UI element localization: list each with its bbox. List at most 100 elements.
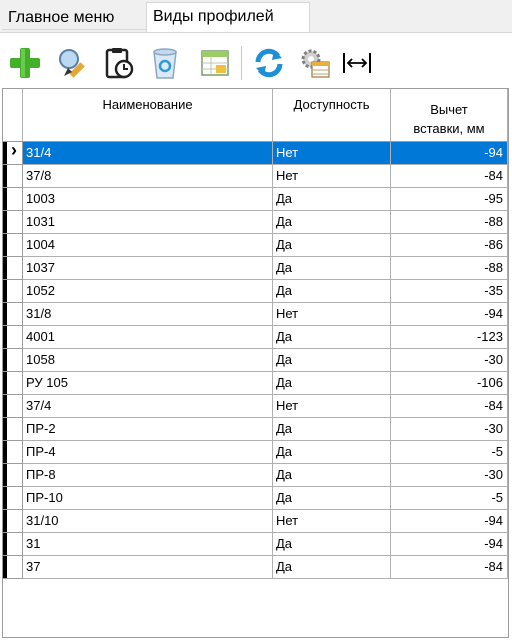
cell-name[interactable]: 31/10	[23, 510, 273, 533]
cell-name[interactable]: ПР-2	[23, 418, 273, 441]
row-indicator[interactable]	[3, 441, 23, 464]
cell-availability[interactable]: Да	[273, 188, 391, 211]
cell-name[interactable]: 31/8	[23, 303, 273, 326]
fit-width-button[interactable]	[338, 44, 376, 82]
cell-name[interactable]: 37/4	[23, 395, 273, 418]
cell-availability[interactable]: Нет	[273, 395, 391, 418]
table-row[interactable]: 1037 Да -88	[3, 257, 508, 280]
cell-name[interactable]: 31/4	[23, 142, 273, 165]
cell-deduction[interactable]: -5	[391, 487, 508, 510]
table-row[interactable]: РУ 105 Да -106	[3, 372, 508, 395]
cell-deduction[interactable]: -30	[391, 464, 508, 487]
table-row[interactable]: 1031 Да -88	[3, 211, 508, 234]
table-row[interactable]: ПР-10 Да -5	[3, 487, 508, 510]
row-indicator[interactable]	[3, 556, 23, 579]
cell-deduction[interactable]: -84	[391, 556, 508, 579]
cell-deduction[interactable]: -30	[391, 418, 508, 441]
cell-name[interactable]: 1031	[23, 211, 273, 234]
cell-name[interactable]: ПР-10	[23, 487, 273, 510]
table-row[interactable]: 1004 Да -86	[3, 234, 508, 257]
cell-deduction[interactable]: -94	[391, 142, 508, 165]
row-indicator[interactable]	[3, 487, 23, 510]
row-indicator[interactable]	[3, 326, 23, 349]
cell-deduction[interactable]: -30	[391, 349, 508, 372]
row-indicator[interactable]	[3, 140, 23, 165]
cell-availability[interactable]: Да	[273, 349, 391, 372]
row-indicator[interactable]	[3, 165, 23, 188]
edit-button[interactable]	[54, 44, 92, 82]
table-row[interactable]: ПР-8 Да -30	[3, 464, 508, 487]
cell-name[interactable]: 37	[23, 556, 273, 579]
table-row[interactable]: 1052 Да -35	[3, 280, 508, 303]
table-row[interactable]: 37/4 Нет -84	[3, 395, 508, 418]
spreadsheet-button[interactable]	[196, 44, 234, 82]
row-indicator[interactable]	[3, 280, 23, 303]
cell-name[interactable]: 1058	[23, 349, 273, 372]
cell-name[interactable]: 31	[23, 533, 273, 556]
add-button[interactable]	[6, 44, 44, 82]
tab-main-menu[interactable]: Главное меню	[2, 6, 146, 30]
cell-availability[interactable]: Да	[273, 418, 391, 441]
table-row[interactable]: 31/4Нет-94	[3, 140, 508, 165]
row-indicator[interactable]	[3, 533, 23, 556]
cell-availability[interactable]: Да	[273, 257, 391, 280]
cell-availability[interactable]: Да	[273, 487, 391, 510]
refresh-button[interactable]	[250, 44, 288, 82]
cell-availability[interactable]: Да	[273, 326, 391, 349]
cell-deduction[interactable]: -86	[391, 234, 508, 257]
cell-availability[interactable]: Да	[273, 234, 391, 257]
cell-deduction[interactable]: -95	[391, 188, 508, 211]
row-indicator[interactable]	[3, 418, 23, 441]
cell-name[interactable]: 1052	[23, 280, 273, 303]
cell-deduction[interactable]: -84	[391, 395, 508, 418]
cell-name[interactable]: ПР-4	[23, 441, 273, 464]
cell-name[interactable]: 1003	[23, 188, 273, 211]
table-row[interactable]: 31/10 Нет -94	[3, 510, 508, 533]
cell-availability[interactable]: Да	[273, 556, 391, 579]
column-header-name[interactable]: Наименование	[23, 89, 273, 141]
table-row[interactable]: ПР-2 Да -30	[3, 418, 508, 441]
row-indicator[interactable]	[3, 234, 23, 257]
cell-name[interactable]: 1004	[23, 234, 273, 257]
cell-name[interactable]: 1037	[23, 257, 273, 280]
settings-button[interactable]	[296, 44, 334, 82]
cell-availability[interactable]: Нет	[273, 303, 391, 326]
cell-name[interactable]: РУ 105	[23, 372, 273, 395]
cell-deduction[interactable]: -5	[391, 441, 508, 464]
column-header-availability[interactable]: Доступность	[273, 89, 391, 141]
row-indicator[interactable]	[3, 464, 23, 487]
history-button[interactable]	[100, 44, 138, 82]
cell-availability[interactable]: Нет	[273, 510, 391, 533]
cell-deduction[interactable]: -35	[391, 280, 508, 303]
cell-deduction[interactable]: -94	[391, 510, 508, 533]
cell-deduction[interactable]: -94	[391, 303, 508, 326]
row-indicator[interactable]	[3, 211, 23, 234]
table-row[interactable]: 1003 Да -95	[3, 188, 508, 211]
cell-deduction[interactable]: -106	[391, 372, 508, 395]
cell-availability[interactable]: Да	[273, 280, 391, 303]
cell-availability[interactable]: Да	[273, 211, 391, 234]
table-row[interactable]: 37/8 Нет -84	[3, 165, 508, 188]
cell-deduction[interactable]: -88	[391, 211, 508, 234]
cell-deduction[interactable]: -84	[391, 165, 508, 188]
row-indicator[interactable]	[3, 257, 23, 280]
cell-deduction[interactable]: -94	[391, 533, 508, 556]
row-indicator[interactable]	[3, 303, 23, 326]
cell-name[interactable]: 4001	[23, 326, 273, 349]
cell-availability[interactable]: Да	[273, 464, 391, 487]
row-indicator[interactable]	[3, 349, 23, 372]
cell-availability[interactable]: Нет	[273, 165, 391, 188]
table-row[interactable]: 31/8 Нет -94	[3, 303, 508, 326]
table-row[interactable]: 31 Да -94	[3, 533, 508, 556]
table-row[interactable]: ПР-4 Да -5	[3, 441, 508, 464]
column-header-deduction[interactable]: Вычет вставки, мм	[391, 89, 508, 141]
cell-name[interactable]: 37/8	[23, 165, 273, 188]
row-indicator[interactable]	[3, 395, 23, 418]
cell-deduction[interactable]: -123	[391, 326, 508, 349]
cell-deduction[interactable]: -88	[391, 257, 508, 280]
delete-button[interactable]	[146, 44, 184, 82]
row-indicator[interactable]	[3, 188, 23, 211]
row-indicator[interactable]	[3, 510, 23, 533]
cell-availability[interactable]: Нет	[273, 142, 391, 165]
row-indicator[interactable]	[3, 372, 23, 395]
